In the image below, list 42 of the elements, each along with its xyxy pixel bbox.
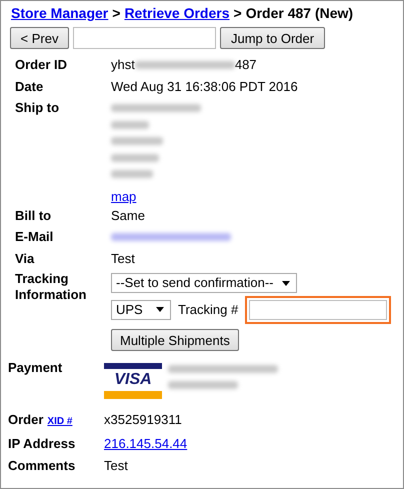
status-select[interactable]: --Set to send confirmation-- xyxy=(111,273,297,293)
field-label: Via xyxy=(15,250,36,268)
map-link[interactable]: map xyxy=(111,188,136,204)
ip-address-link[interactable]: 216.145.54.44 xyxy=(104,433,188,454)
breadcrumb-separator: > xyxy=(112,5,120,21)
page-title: Order 487 (New) xyxy=(246,5,354,21)
field-label: Ship to xyxy=(15,99,60,117)
carrier-select[interactable]: UPS xyxy=(111,300,171,320)
field-value: Same xyxy=(111,206,145,224)
caret-icon xyxy=(282,280,290,286)
field-value: x3525919311 xyxy=(104,411,182,429)
blurred-text xyxy=(111,154,159,162)
blurred-text xyxy=(168,381,238,389)
field-value: Wed Aug 31 16:38:06 PDT 2016 xyxy=(111,78,298,96)
field-label: Bill to xyxy=(15,206,52,224)
order-id-suffix: 487 xyxy=(234,56,257,74)
field-label: IP Address xyxy=(8,435,76,453)
blurred-text xyxy=(111,137,163,145)
field-label: Comments xyxy=(8,457,76,475)
breadcrumb-separator: > xyxy=(234,5,242,21)
card-logo: VISA xyxy=(104,363,162,399)
blurred-text xyxy=(111,120,149,128)
blurred-text xyxy=(111,170,153,178)
xid-link[interactable]: XID # xyxy=(47,411,72,433)
field-label: Tracking Information xyxy=(15,270,88,303)
breadcrumb-link[interactable]: Retrieve Orders xyxy=(124,5,230,21)
multiple-shipments-button[interactable]: Multiple Shipments xyxy=(111,329,239,351)
field-label: E-Mail xyxy=(15,228,54,246)
field-value: Test xyxy=(111,250,135,268)
field-value: Test xyxy=(104,457,128,475)
tracking-number-label: Tracking # xyxy=(178,301,238,319)
order-id-prefix: yhst xyxy=(111,56,135,74)
field-label: Date xyxy=(15,78,44,96)
field-label: Order xyxy=(8,411,44,429)
jump-to-order-button[interactable]: Jump to Order xyxy=(220,27,326,49)
breadcrumb-link[interactable]: Store Manager xyxy=(11,5,108,21)
order-number-field[interactable] xyxy=(73,27,216,49)
field-label: Order ID xyxy=(15,56,68,74)
caret-icon xyxy=(156,307,164,312)
prev-button[interactable]: < Prev xyxy=(10,27,69,49)
tracking-number-field[interactable] xyxy=(249,300,388,320)
field-label: Payment xyxy=(8,359,64,377)
